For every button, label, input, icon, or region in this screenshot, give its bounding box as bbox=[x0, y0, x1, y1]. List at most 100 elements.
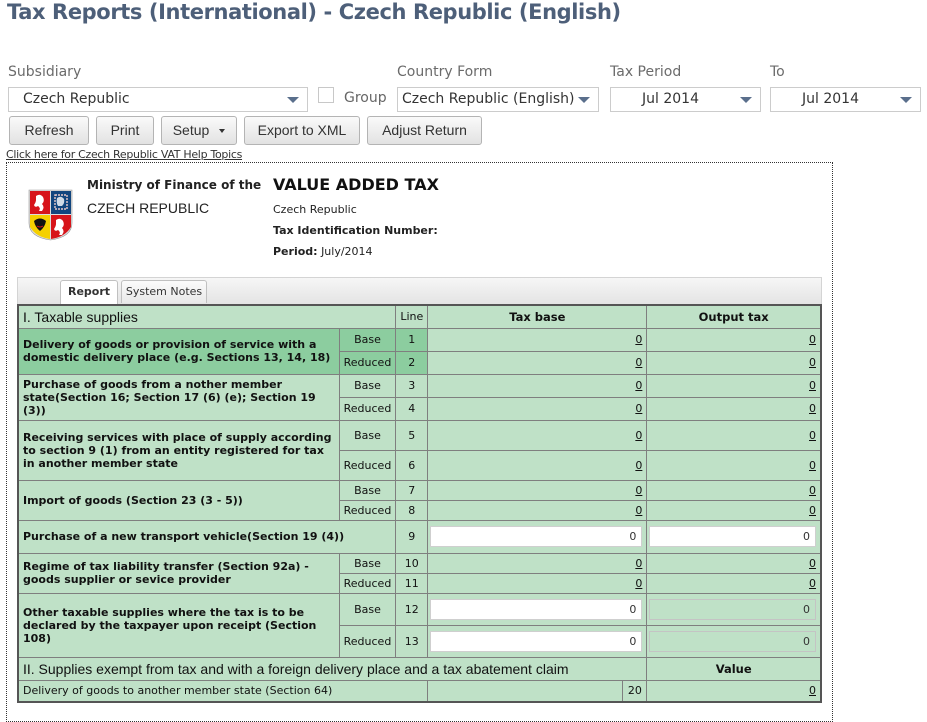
subsidiary-label: Subsidiary bbox=[8, 64, 82, 80]
rate-type: Base bbox=[338, 479, 397, 501]
ministry-line-2: CZECH REPUBLIC bbox=[87, 200, 210, 216]
tax-base-input[interactable]: 0 bbox=[430, 526, 643, 547]
output-tax-link[interactable]: 0 bbox=[809, 379, 816, 392]
tax-base-link[interactable]: 0 bbox=[635, 577, 642, 590]
to-label: To bbox=[770, 64, 785, 80]
output-tax-cell: 0 bbox=[646, 552, 822, 574]
rate-type: Reduced bbox=[338, 350, 397, 375]
print-button[interactable]: Print bbox=[96, 116, 154, 145]
tax-base-link[interactable]: 0 bbox=[635, 379, 642, 392]
line-number: 10 bbox=[395, 552, 429, 574]
report-title: VALUE ADDED TAX bbox=[273, 175, 439, 194]
chevron-down-icon bbox=[578, 97, 590, 103]
output-tax-link[interactable]: 0 bbox=[809, 402, 816, 415]
line-number: 13 bbox=[395, 624, 429, 658]
rate-type: Reduced bbox=[338, 499, 397, 521]
value-link[interactable]: 0 bbox=[809, 684, 816, 697]
line-number: 3 bbox=[395, 373, 429, 398]
table-row: Regime of tax liability transfer (Sectio… bbox=[17, 552, 822, 594]
output-tax-cell: 0 bbox=[646, 373, 822, 398]
output-tax-cell: 0 bbox=[646, 449, 822, 481]
output-tax-input: 0 bbox=[649, 598, 816, 620]
tax-base-input[interactable]: 0 bbox=[430, 630, 643, 652]
tax-base-input[interactable]: 0 bbox=[430, 598, 643, 620]
tax-base-cell: 0 bbox=[427, 552, 648, 574]
tax-base-link[interactable]: 0 bbox=[635, 356, 642, 369]
refresh-button[interactable]: Refresh bbox=[9, 116, 89, 145]
output-tax-link[interactable]: 0 bbox=[809, 484, 816, 497]
line-number: 1 bbox=[395, 327, 429, 352]
row-description: Other taxable supplies where the tax is … bbox=[17, 592, 340, 658]
adjust-return-button[interactable]: Adjust Return bbox=[367, 116, 482, 145]
chevron-down-icon bbox=[900, 97, 912, 103]
line-number: 5 bbox=[395, 419, 429, 451]
tax-base-cell: 0 bbox=[427, 479, 648, 501]
rate-type: Reduced bbox=[338, 449, 397, 481]
row-description: Import of goods (Section 23 (3 - 5)) bbox=[17, 479, 340, 521]
section-1-title: I. Taxable supplies bbox=[17, 304, 397, 329]
line-number: 8 bbox=[395, 499, 429, 521]
coat-of-arms-icon bbox=[28, 189, 73, 241]
line-number: 6 bbox=[395, 449, 429, 481]
tax-period-select[interactable]: Jul 2014 bbox=[610, 87, 761, 112]
group-label: Group bbox=[344, 90, 387, 106]
section-2-title: II. Supplies exempt from tax and with a … bbox=[17, 656, 648, 681]
tax-base-link[interactable]: 0 bbox=[635, 504, 642, 517]
export-xml-button[interactable]: Export to XML bbox=[244, 116, 360, 145]
table-row: Receiving services with place of supply … bbox=[17, 419, 822, 481]
output-tax-cell: 0 bbox=[646, 624, 822, 658]
output-tax-link[interactable]: 0 bbox=[809, 333, 816, 346]
rate-type: Base bbox=[338, 327, 397, 352]
row-description: Receiving services with place of supply … bbox=[17, 419, 340, 481]
table-row: Import of goods (Section 23 (3 - 5)) Base… bbox=[17, 479, 822, 521]
country-form-select[interactable]: Czech Republic (English) bbox=[397, 87, 599, 112]
output-tax-link[interactable]: 0 bbox=[809, 356, 816, 369]
country-form-label: Country Form bbox=[397, 64, 493, 80]
output-tax-link[interactable]: 0 bbox=[809, 557, 816, 570]
tax-base-link[interactable]: 0 bbox=[635, 333, 642, 346]
tax-base-cell: 0 bbox=[427, 519, 648, 554]
to-period-select[interactable]: Jul 2014 bbox=[770, 87, 921, 112]
output-tax-link[interactable]: 0 bbox=[809, 504, 816, 517]
tax-base-link[interactable]: 0 bbox=[635, 459, 642, 472]
col-output-tax-header: Output tax bbox=[646, 304, 822, 329]
vat-help-link[interactable]: Click here for Czech Republic VAT Help T… bbox=[6, 148, 242, 161]
line-number: 9 bbox=[395, 519, 429, 554]
report-tabbar: Report System Notes bbox=[17, 277, 822, 305]
rate-type: Reduced bbox=[338, 396, 397, 421]
output-tax-link[interactable]: 0 bbox=[809, 429, 816, 442]
output-tax-cell: 0 bbox=[646, 519, 822, 554]
tax-base-link[interactable]: 0 bbox=[635, 429, 642, 442]
tab-system-notes[interactable]: System Notes bbox=[121, 280, 207, 303]
output-tax-cell: 0 bbox=[646, 592, 822, 626]
tax-base-link[interactable]: 0 bbox=[635, 484, 642, 497]
output-tax-cell: 0 bbox=[646, 350, 822, 375]
tax-period-value: Jul 2014 bbox=[642, 91, 699, 107]
subsidiary-select[interactable]: Czech Republic bbox=[8, 87, 308, 112]
tax-base-link[interactable]: 0 bbox=[635, 402, 642, 415]
line-number: 20 bbox=[622, 680, 646, 701]
group-checkbox[interactable] bbox=[318, 87, 334, 103]
line-number: 12 bbox=[395, 592, 429, 626]
col-line-header: Line bbox=[395, 304, 429, 329]
tax-base-cell: 0 bbox=[427, 592, 648, 626]
output-tax-link[interactable]: 0 bbox=[809, 577, 816, 590]
tax-id-label: Tax Identification Number: bbox=[273, 224, 438, 237]
report-country: Czech Republic bbox=[273, 203, 357, 216]
output-tax-input[interactable]: 0 bbox=[649, 526, 816, 547]
col-tax-base-header: Tax base bbox=[427, 304, 648, 329]
output-tax-link[interactable]: 0 bbox=[809, 459, 816, 472]
period-label: Period: bbox=[273, 245, 318, 258]
table-row: Purchase of a new transport vehicle(Sect… bbox=[17, 519, 822, 554]
to-period-value: Jul 2014 bbox=[802, 91, 859, 107]
table-row: Purchase of goods from a nother member s… bbox=[17, 373, 822, 421]
tax-base-cell: 0 bbox=[427, 572, 648, 594]
tab-report[interactable]: Report bbox=[60, 280, 118, 305]
tax-base-cell: 0 bbox=[427, 396, 648, 421]
line-number: 7 bbox=[395, 479, 429, 501]
rate-type: Base bbox=[338, 373, 397, 398]
tax-period-label: Tax Period bbox=[610, 64, 682, 80]
setup-button[interactable]: Setup bbox=[161, 116, 237, 145]
tax-base-link[interactable]: 0 bbox=[635, 557, 642, 570]
output-tax-cell: 0 bbox=[646, 572, 822, 594]
